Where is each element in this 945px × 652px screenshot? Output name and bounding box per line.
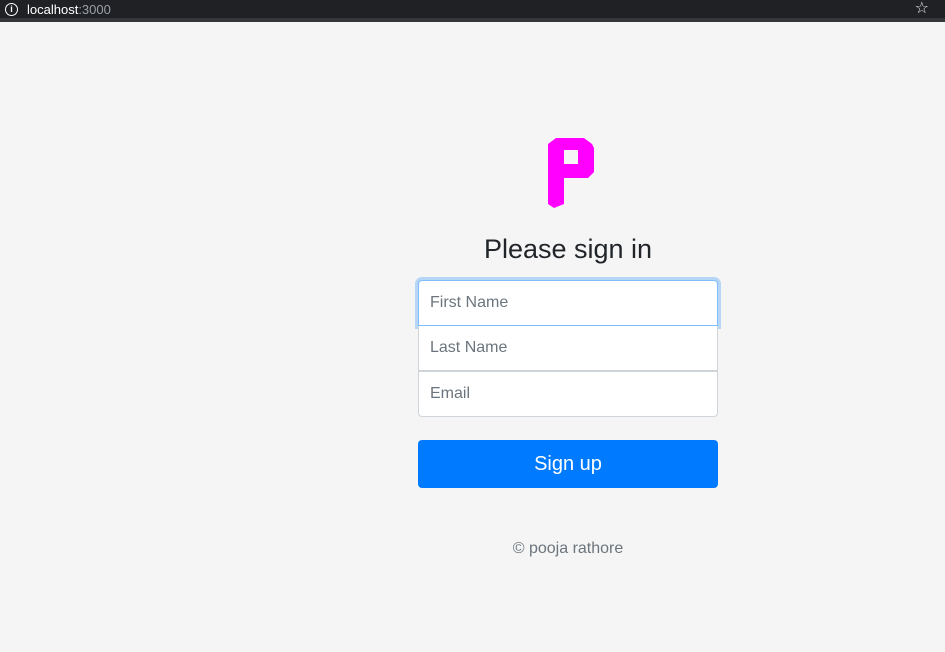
browser-address-bar: i localhost:3000 ☆ [0, 0, 945, 22]
url-port: :3000 [78, 1, 111, 17]
page-title: Please sign in [483, 234, 653, 264]
url-text[interactable]: localhost:3000 [27, 3, 111, 16]
copyright-footer: © pooja rathore [512, 540, 624, 557]
url-host: localhost [27, 1, 79, 17]
last-name-field[interactable] [418, 326, 718, 371]
star-icon[interactable]: ☆ [915, 0, 929, 18]
info-icon[interactable]: i [5, 2, 18, 16]
sign-up-button[interactable]: Sign up [418, 440, 718, 488]
first-name-field[interactable] [418, 280, 718, 326]
letter-p-logo [548, 138, 594, 208]
email-field[interactable] [418, 371, 718, 417]
